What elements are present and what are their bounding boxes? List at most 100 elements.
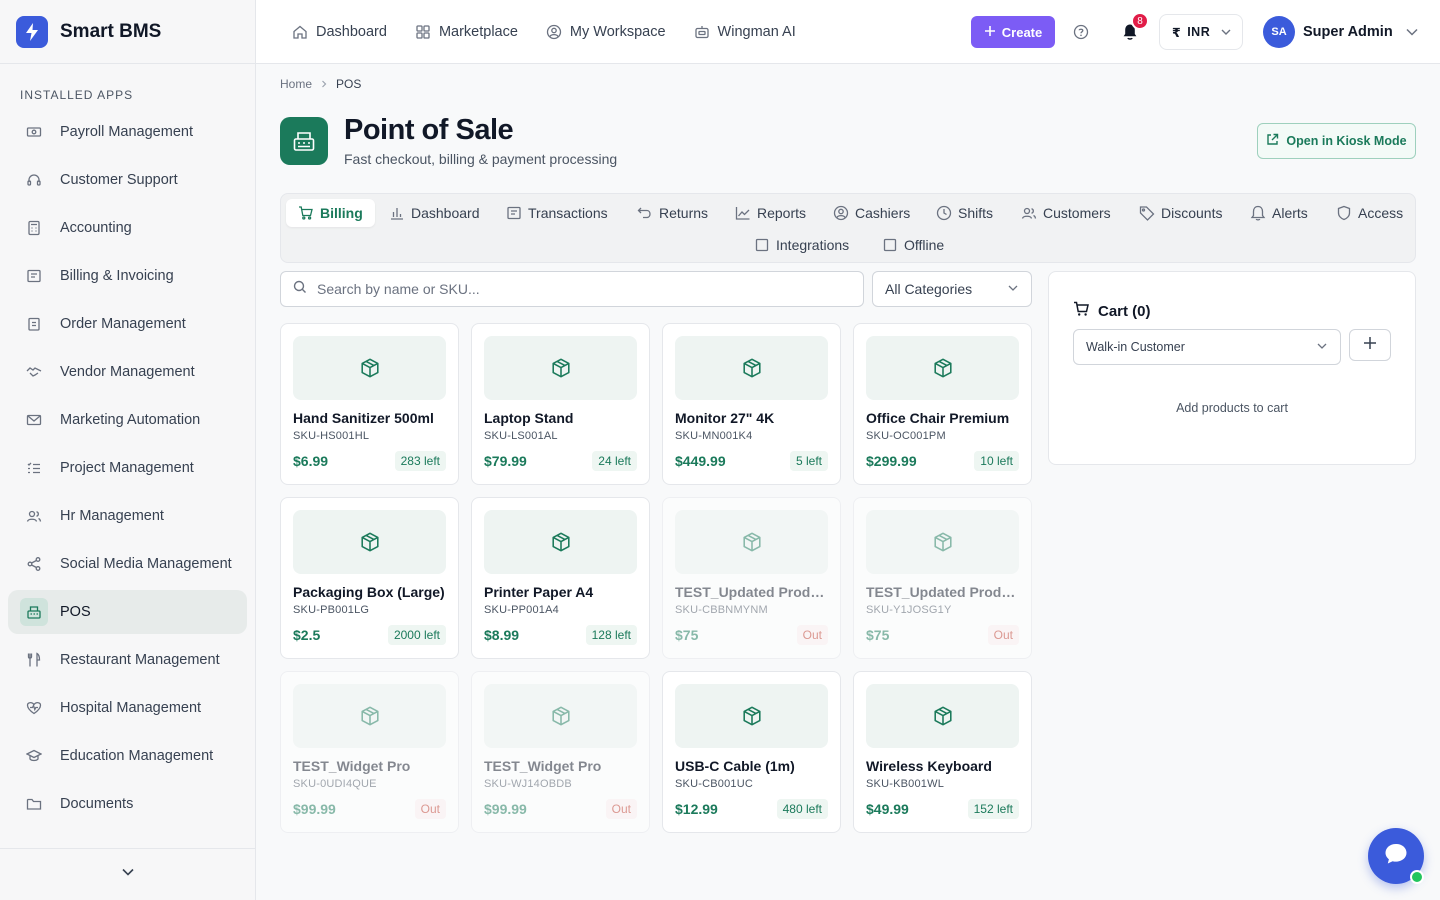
- tab-label: Customers: [1043, 205, 1111, 221]
- stock-badge: 24 left: [592, 451, 637, 471]
- home-icon: [292, 24, 308, 40]
- tab-shifts[interactable]: Shifts: [924, 199, 1005, 227]
- sidebar-item-hospital-management[interactable]: Hospital Management: [8, 686, 247, 730]
- tab-returns[interactable]: Returns: [625, 199, 720, 227]
- app-logo[interactable]: Smart BMS: [0, 0, 255, 64]
- sidebar-item-hr-management[interactable]: Hr Management: [8, 494, 247, 538]
- sidebar-item-customer-support[interactable]: Customer Support: [8, 158, 247, 202]
- cart-title: Cart (0): [1073, 301, 1151, 321]
- product-sku: SKU-LS001AL: [484, 430, 558, 442]
- sidebar-item-vendor-management[interactable]: Vendor Management: [8, 350, 247, 394]
- nav-my-workspace[interactable]: My Workspace: [532, 14, 680, 50]
- tab-alerts[interactable]: Alerts: [1238, 199, 1320, 227]
- product-card[interactable]: TEST_Updated Product SKU-Y1JOSG1Y $75 Out: [853, 497, 1032, 659]
- sidebar-item-education-management[interactable]: Education Management: [8, 734, 247, 778]
- sidebar-app-list: Payroll Management Customer Support Accoun…: [0, 110, 255, 826]
- stock-badge: Out: [414, 799, 446, 819]
- tab-transactions[interactable]: Transactions: [494, 199, 620, 227]
- square-icon: [754, 237, 770, 253]
- product-card[interactable]: Office Chair Premium SKU-OC001PM $299.99 10…: [853, 323, 1032, 485]
- graduation-cap-icon: [24, 746, 44, 766]
- product-price: $6.99: [293, 453, 329, 469]
- sidebar-item-label: Project Management: [60, 460, 194, 476]
- product-card[interactable]: Monitor 27" 4K SKU-MN001K4 $449.99 5 left: [662, 323, 841, 485]
- receipt-icon: [506, 205, 522, 221]
- sidebar-item-social-media-management[interactable]: Social Media Management: [8, 542, 247, 586]
- nav-dashboard[interactable]: Dashboard: [278, 14, 401, 50]
- stock-badge: 2000 left: [387, 625, 446, 645]
- product-card[interactable]: TEST_Widget Pro SKU-0UDI4QUE $99.99 Out: [280, 671, 459, 833]
- product-card[interactable]: Hand Sanitizer 500ml SKU-HS001HL $6.99 283 …: [280, 323, 459, 485]
- tab-billing[interactable]: Billing: [286, 199, 375, 227]
- sidebar-item-label: Vendor Management: [60, 364, 195, 380]
- product-card[interactable]: Printer Paper A4 SKU-PP001A4 $8.99 128 left: [471, 497, 650, 659]
- user-circle-icon: [546, 24, 562, 40]
- tab-integrations[interactable]: Integrations: [742, 231, 861, 259]
- sidebar-item-accounting[interactable]: Accounting: [8, 206, 247, 250]
- customer-select-value: Walk-in Customer: [1086, 340, 1185, 354]
- sidebar-item-billing-and-invoicing[interactable]: Billing & Invoicing: [8, 254, 247, 298]
- receipt-icon: [24, 266, 44, 286]
- tab-discounts[interactable]: Discounts: [1127, 199, 1234, 227]
- product-sku: SKU-KB001WL: [866, 778, 945, 790]
- nav-wingman-ai[interactable]: Wingman AI: [680, 14, 810, 50]
- breadcrumb-home[interactable]: Home: [280, 77, 312, 91]
- tab-cashiers[interactable]: Cashiers: [821, 199, 922, 227]
- sidebar-item-label: Restaurant Management: [60, 652, 220, 668]
- open-kiosk-mode-button[interactable]: Open in Kiosk Mode: [1257, 123, 1416, 159]
- nav-marketplace[interactable]: Marketplace: [401, 14, 532, 50]
- sidebar-item-order-management[interactable]: Order Management: [8, 302, 247, 346]
- product-card[interactable]: USB-C Cable (1m) SKU-CB001UC $12.99 480 lef…: [662, 671, 841, 833]
- tab-offline[interactable]: Offline: [870, 231, 956, 259]
- tab-dashboard[interactable]: Dashboard: [377, 199, 492, 227]
- product-price: $49.99: [866, 801, 909, 817]
- add-customer-button[interactable]: [1349, 329, 1391, 361]
- sidebar-item-documents[interactable]: Documents: [8, 782, 247, 826]
- tab-reports[interactable]: Reports: [723, 199, 818, 227]
- product-card[interactable]: TEST_Widget Pro SKU-WJ14OBDB $99.99 Out: [471, 671, 650, 833]
- sidebar-item-label: Customer Support: [60, 172, 178, 188]
- square-icon: [882, 237, 898, 253]
- sidebar-item-restaurant-management[interactable]: Restaurant Management: [8, 638, 247, 682]
- tab-label: Returns: [659, 205, 709, 221]
- notification-count-badge: 8: [1131, 12, 1149, 30]
- package-icon: [484, 684, 637, 748]
- sidebar: Smart BMS INSTALLED APPS Payroll Managem…: [0, 0, 256, 900]
- user-menu[interactable]: SA Super Admin: [1263, 16, 1419, 48]
- product-price: $2.5: [293, 627, 321, 643]
- product-price: $99.99: [484, 801, 527, 817]
- product-sku: SKU-CBBNMYNM: [675, 604, 768, 616]
- stock-badge: 10 left: [974, 451, 1019, 471]
- create-button[interactable]: Create: [971, 16, 1055, 48]
- nav-item-label: Marketplace: [438, 23, 518, 40]
- currency-selector[interactable]: ₹ INR: [1159, 14, 1243, 50]
- product-card[interactable]: Wireless Keyboard SKU-KB001WL $49.99 152 le…: [853, 671, 1032, 833]
- tab-customers[interactable]: Customers: [1009, 199, 1123, 227]
- product-card[interactable]: TEST_Updated Product SKU-CBBNMYNM $75 Out: [662, 497, 841, 659]
- page-title: Point of Sale: [344, 114, 514, 146]
- sidebar-expand-button[interactable]: [0, 848, 255, 900]
- top-bar: Dashboard Marketplace My Workspace Wingman …: [256, 0, 1440, 64]
- product-card[interactable]: Packaging Box (Large) SKU-PB001LG $2.5 2000…: [280, 497, 459, 659]
- customer-select[interactable]: Walk-in Customer: [1073, 329, 1341, 365]
- folder-icon: [24, 794, 44, 814]
- search-input[interactable]: [317, 281, 837, 297]
- help-icon[interactable]: [1071, 22, 1091, 42]
- sidebar-item-pos[interactable]: POS: [8, 590, 247, 634]
- payroll-icon: [24, 122, 44, 142]
- package-icon: [866, 336, 1019, 400]
- tab-access[interactable]: Access: [1324, 199, 1415, 227]
- sidebar-item-marketing-automation[interactable]: Marketing Automation: [8, 398, 247, 442]
- product-sku: SKU-Y1JOSG1Y: [866, 604, 952, 616]
- stock-badge: 480 left: [776, 799, 828, 819]
- cart-empty-message: Add products to cart: [1176, 401, 1288, 415]
- sidebar-item-project-management[interactable]: Project Management: [8, 446, 247, 490]
- stock-badge: Out: [796, 625, 828, 645]
- product-card[interactable]: Laptop Stand SKU-LS001AL $79.99 24 left: [471, 323, 650, 485]
- product-name: Laptop Stand: [484, 410, 574, 426]
- breadcrumb-current: POS: [336, 77, 362, 91]
- nav-item-label: Dashboard: [316, 23, 387, 40]
- headset-icon: [24, 170, 44, 190]
- sidebar-item-payroll-management[interactable]: Payroll Management: [8, 110, 247, 154]
- category-select[interactable]: All Categories: [872, 271, 1032, 307]
